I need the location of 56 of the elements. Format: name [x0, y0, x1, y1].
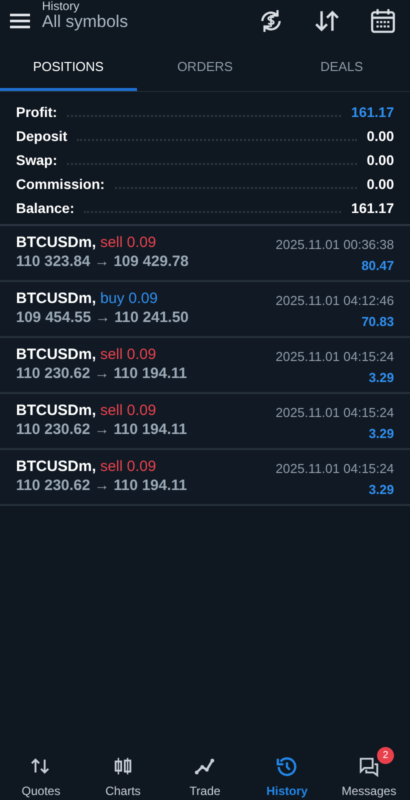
summary-label: Deposit [16, 128, 68, 144]
summary-value: 161.17 [351, 104, 394, 120]
open-time: 2025.11.01 04:15:24 [276, 461, 394, 476]
unread-badge: 2 [377, 747, 394, 764]
position-profit: 3.29 [368, 370, 394, 385]
nav-item[interactable]: History [246, 746, 328, 800]
nav-item[interactable]: 2 Messages [328, 746, 410, 800]
summary-value: 161.17 [351, 200, 394, 216]
open-time: 2025.11.01 04:15:24 [276, 349, 394, 364]
order-type: sell 0.09 [100, 346, 156, 363]
price-range: 110 230.62 → 110 194.11 [16, 421, 187, 438]
position-profit: 3.29 [368, 426, 394, 441]
order-type: sell 0.09 [100, 458, 156, 475]
price-range: 110 230.62 → 110 194.11 [16, 477, 187, 494]
position-profit: 80.47 [361, 258, 394, 273]
tab[interactable]: DEALS [273, 42, 410, 91]
position-row[interactable]: BTCUSDm, sell 0.09 110 230.62 → 110 194.11 2025.11.01 04:15:24 3.29 [0, 450, 410, 506]
summary-value: 0.00 [366, 152, 394, 168]
symbol-name: BTCUSDm, [16, 402, 96, 419]
position-profit: 3.29 [368, 482, 394, 497]
nav-item[interactable]: Trade [164, 746, 246, 800]
open-time: 2025.11.01 04:12:46 [276, 293, 394, 308]
tab[interactable]: ORDERS [136, 42, 274, 91]
nav-item[interactable]: Quotes [0, 746, 82, 800]
nav-item[interactable]: Charts [82, 746, 164, 800]
summary-label: Profit: [16, 104, 58, 120]
symbol-name: BTCUSDm, [16, 458, 96, 475]
summary-value: 0.00 [366, 176, 394, 192]
price-range: 110 230.62 → 110 194.11 [16, 365, 187, 382]
summary-label: Swap: [16, 152, 58, 168]
open-time: 2025.11.01 00:36:38 [276, 237, 394, 252]
calendar-icon[interactable] [370, 8, 396, 34]
summary-label: Commission: [16, 176, 105, 192]
chat-icon [358, 756, 380, 778]
position-row[interactable]: BTCUSDm, buy 0.09 109 454.55 → 110 241.50 2025.11.01 04:12:46 70.83 [0, 282, 410, 338]
menu-icon[interactable] [10, 13, 30, 29]
position-row[interactable]: BTCUSDm, sell 0.09 110 230.62 → 110 194.11 2025.11.01 04:15:24 3.29 [0, 394, 410, 450]
summary-label: Balance: [16, 200, 74, 216]
symbol-name: BTCUSDm, [16, 346, 96, 363]
price-range: 109 454.55 → 110 241.50 [16, 309, 189, 326]
summary-value: 0.00 [366, 128, 394, 144]
screen-title: History [42, 0, 80, 12]
order-type: buy 0.09 [100, 290, 158, 307]
open-time: 2025.11.01 04:15:24 [276, 405, 394, 420]
sort-icon[interactable] [314, 8, 340, 34]
price-range: 110 323.84 → 109 429.78 [16, 253, 189, 270]
order-type: sell 0.09 [100, 402, 156, 419]
symbol-name: BTCUSDm, [16, 234, 96, 251]
order-type: sell 0.09 [100, 234, 156, 251]
position-row[interactable]: BTCUSDm, sell 0.09 110 230.62 → 110 194.11 2025.11.01 04:15:24 3.29 [0, 338, 410, 394]
symbol-name: BTCUSDm, [16, 290, 96, 307]
position-row[interactable]: BTCUSDm, sell 0.09 110 323.84 → 109 429.78 2025.11.01 00:36:38 80.47 [0, 226, 410, 282]
symbol-filter[interactable]: All symbols [42, 12, 228, 32]
history-icon [276, 756, 298, 778]
position-profit: 70.83 [361, 314, 394, 329]
tab[interactable]: POSITIONS [0, 42, 137, 91]
